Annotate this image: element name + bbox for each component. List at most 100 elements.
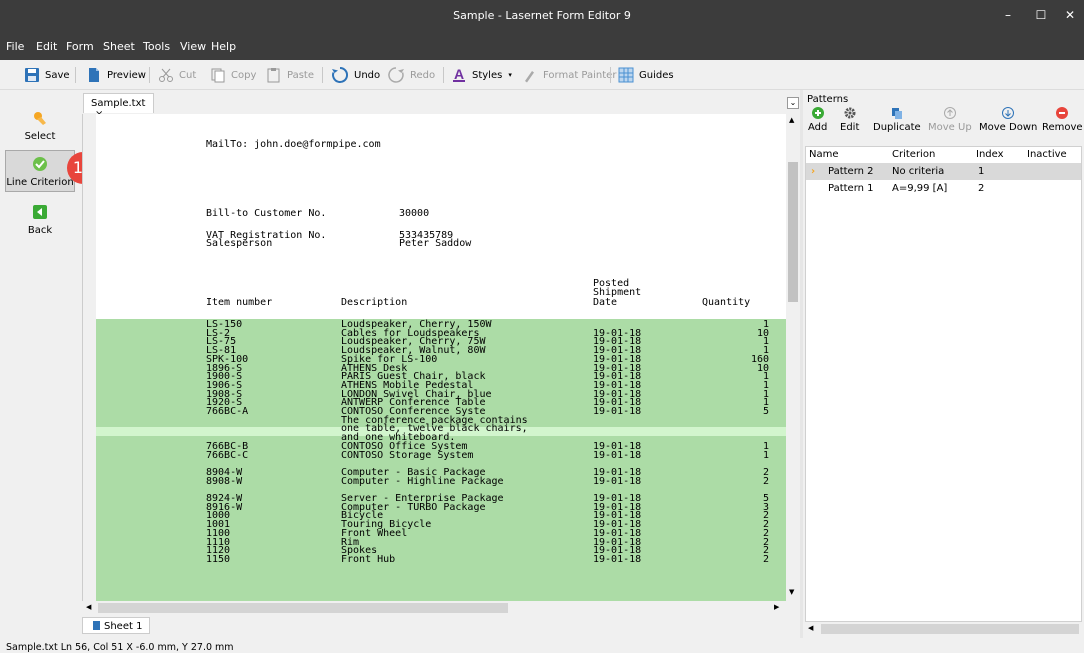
save-label: Save [45,69,70,81]
line-item-row[interactable]: 8916-W Computer - TURBO Package 19-01-18 3 [96,502,786,512]
pattern-row[interactable]: Pattern 1 A=9,99 [A] 2 [806,180,1081,197]
styles-dropdown-icon[interactable]: ▾ [508,71,512,79]
row-date: 19-01-18 [593,406,642,417]
copy-button[interactable]: Copy [210,66,256,84]
line-criterion-button[interactable]: Line Criterion [5,150,75,192]
line-item-row[interactable]: 1100 Front Wheel 19-01-18 2 [96,528,786,538]
date-header: Date [593,297,618,308]
select-label: Select [24,131,56,142]
vertical-scrollbar[interactable]: ▲ ▼ [786,114,800,601]
sheet-content[interactable]: MailTo: john.doe@formpipe.com Bill-to Cu… [96,114,786,601]
column-header-index[interactable]: Index [976,149,1004,160]
format-painter-button[interactable]: Format Painter [522,66,616,84]
patterns-scroll-thumb[interactable] [821,624,1079,634]
tab-list-dropdown[interactable]: ⌄ [787,97,799,109]
scroll-left-icon[interactable]: ◀ [808,624,813,632]
column-header-criterion[interactable]: Criterion [892,149,935,160]
bill-to-label: Bill-to Customer No. [206,208,327,219]
column-header-inactive[interactable]: Inactive [1027,149,1067,160]
select-tool-button[interactable]: Select [5,110,75,148]
scroll-right-icon[interactable]: ▶ [774,603,779,611]
styles-button[interactable]: A Styles ▾ [451,66,512,84]
paste-button[interactable]: Paste [266,66,314,84]
pointer-hand-icon [32,110,48,126]
menu-tools[interactable]: Tools [143,40,170,53]
guides-button[interactable]: Guides [618,66,674,84]
document-canvas[interactable]: MailTo: john.doe@formpipe.com Bill-to Cu… [82,114,786,601]
menu-form[interactable]: Form [66,40,94,53]
row-date: 19-01-18 [593,553,642,565]
sheet-tab[interactable]: Sheet 1 [82,617,150,634]
menu-bar: File Edit Form Sheet Tools View Help [0,30,1084,60]
title-bar: Sample - Lasernet Form Editor 9 – ☐ ✕ [0,0,1084,30]
pattern-row-selected[interactable]: › Pattern 2 No criteria 1 [806,163,1081,180]
scroll-up-icon[interactable]: ▲ [789,116,794,124]
cut-button[interactable]: Cut [158,66,196,84]
copy-icon [210,67,226,83]
paste-label: Paste [287,69,314,81]
row-desc: Computer - Highline Package [341,475,504,487]
salesperson-label: Salesperson [206,238,273,249]
chevron-right-icon: › [811,166,816,177]
line-item-row[interactable]: SPK-100 Spike for LS-100 19-01-18 160 [96,354,786,364]
scissors-icon [158,67,174,83]
column-header-name[interactable]: Name [809,149,839,160]
horizontal-scrollbar[interactable]: ◀ ▶ [82,601,786,615]
save-button[interactable]: Save [24,66,70,84]
redo-button[interactable]: Redo [387,66,435,84]
line-item-row[interactable]: 1150 Front Hub 19-01-18 2 [96,553,786,565]
copy-label: Copy [231,69,257,81]
horizontal-scroll-thumb[interactable] [98,603,508,613]
undo-icon [331,66,349,84]
quantity-header: Quantity [702,297,751,308]
tab-sample-txt[interactable]: Sample.txt × [83,93,154,120]
pattern-index: 1 [978,166,985,177]
edit-pattern-button[interactable]: Edit [840,107,859,133]
undo-button[interactable]: Undo [331,66,380,84]
remove-pattern-button[interactable]: Remove [1042,107,1083,133]
maximize-button[interactable]: ☐ [1030,5,1052,25]
menu-file[interactable]: File [6,40,24,53]
line-item-row[interactable]: 1000 Bicycle 19-01-18 2 [96,511,786,521]
line-item-row[interactable]: 8908-W Computer - Highline Package 19-01-1… [96,475,786,487]
line-criterion-label: Line Criterion [6,177,74,188]
duplicate-pattern-button[interactable]: Duplicate [873,107,921,133]
minimize-button[interactable]: – [997,5,1019,25]
menu-view[interactable]: View [180,40,206,53]
move-up-button[interactable]: Move Up [928,107,972,133]
salesperson-value: Peter Saddow [399,238,472,249]
vertical-scroll-thumb[interactable] [788,162,798,302]
toolbar: Save Preview Cut Copy Paste Undo Redo A … [0,60,1084,90]
line-item-row[interactable]: 1120 Spokes 19-01-18 2 [96,546,786,556]
line-gutter [83,114,96,601]
line-item-row[interactable]: LS-81 Loudspeaker, Walnut, 80W 19-01-18 1 [96,346,786,356]
row-qty: 1 [762,449,769,461]
row-item: 766BC-C [206,449,249,461]
description-header: Description [341,297,408,308]
edit-label: Edit [840,122,860,133]
pattern-name: Pattern 2 [828,166,874,177]
add-pattern-button[interactable]: Add [808,107,827,133]
close-window-button[interactable]: ✕ [1059,5,1081,25]
scroll-left-icon[interactable]: ◀ [86,603,91,611]
pattern-name: Pattern 1 [828,183,874,194]
menu-sheet[interactable]: Sheet [103,40,135,53]
duplicate-label: Duplicate [873,122,921,133]
menu-help[interactable]: Help [211,40,236,53]
checkmark-icon [32,156,48,172]
menu-edit[interactable]: Edit [36,40,57,53]
move-up-label: Move Up [928,122,972,133]
scroll-down-icon[interactable]: ▼ [789,588,794,596]
line-item-row[interactable]: 1001 Touring Bicycle 19-01-18 2 [96,520,786,530]
bill-to-value: 30000 [399,208,430,219]
patterns-horizontal-scrollbar[interactable]: ◀ [805,622,1082,636]
line-item-row[interactable]: 1110 Rim 19-01-18 2 [96,537,786,547]
move-down-button[interactable]: Move Down [979,107,1037,133]
back-button[interactable]: Back [5,204,75,242]
line-item-row[interactable]: 766BC-C CONTOSO Storage System 19-01-18 1 [96,449,786,461]
add-label: Add [808,122,828,133]
preview-button[interactable]: Preview [86,66,146,84]
pattern-index: 2 [978,183,985,194]
row-qty: 5 [762,406,769,417]
save-icon [24,67,40,83]
